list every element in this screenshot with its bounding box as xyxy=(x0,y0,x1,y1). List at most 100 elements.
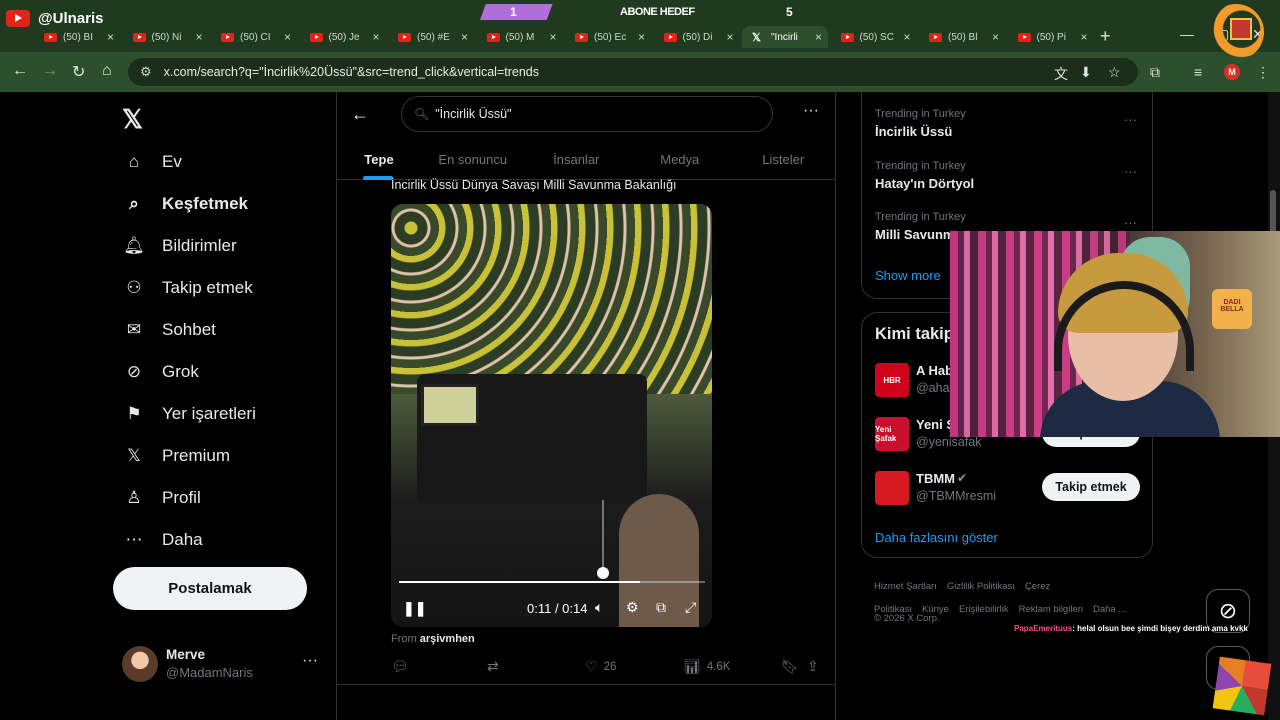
nav-item-home[interactable]: ⌂ Ev xyxy=(122,147,182,177)
reply-button[interactable]: 💬︎ xyxy=(391,658,415,675)
close-tab-icon[interactable]: × xyxy=(903,30,910,44)
tweet-video[interactable]: ❚❚ 0:11 / 0:14 🔈︎ ⚙ ⧉ ⤢ xyxy=(391,204,712,627)
like-button[interactable]: ♡ 26 xyxy=(585,658,616,675)
close-tab-icon[interactable]: × xyxy=(549,30,556,44)
show-more-accounts-link[interactable]: Daha fazlasını göster xyxy=(875,530,998,545)
browser-tab[interactable]: (50) Je × xyxy=(300,26,386,48)
settings-gear-icon[interactable]: ⚙ xyxy=(626,599,639,616)
footer-link[interactable]: Erişilebilirlik xyxy=(959,604,1009,615)
nav-item-bell[interactable]: 🔔︎ Bildirimler xyxy=(122,231,236,261)
x-logo-icon[interactable]: 𝕏 xyxy=(122,104,143,135)
account-name[interactable]: Merve xyxy=(166,647,205,662)
close-tab-icon[interactable]: × xyxy=(372,30,379,44)
back-arrow-icon[interactable]: ← xyxy=(351,104,369,125)
close-tab-icon[interactable]: × xyxy=(461,30,468,44)
close-tab-icon[interactable]: × xyxy=(107,30,114,44)
volume-slider[interactable] xyxy=(602,500,604,572)
follow-button[interactable]: Takip etmek xyxy=(1042,473,1140,501)
search-tab[interactable]: En sonuncu xyxy=(421,142,525,179)
youtube-icon xyxy=(1017,32,1031,42)
back-button[interactable]: ← xyxy=(12,62,28,80)
close-tab-icon[interactable]: × xyxy=(992,30,999,44)
nav-item-person-add[interactable]: ⚇ Takip etmek xyxy=(122,273,252,303)
media-control-icon[interactable]: ≡ xyxy=(1194,64,1202,80)
search-tab[interactable]: İnsanlar xyxy=(525,142,629,179)
share-button[interactable]: ⇪ xyxy=(807,658,825,675)
translate-icon[interactable]: 文 xyxy=(1054,64,1068,84)
footer-link[interactable]: Hizmet Şartları xyxy=(874,581,937,592)
browser-tab[interactable]: (50) M × xyxy=(477,26,563,48)
minimize-button[interactable]: — xyxy=(1180,26,1194,42)
browser-tab[interactable]: (50) CI × xyxy=(211,26,297,48)
account-more-icon[interactable]: ··· xyxy=(302,652,318,670)
browser-tab[interactable]: (50) #E × xyxy=(388,26,474,48)
install-app-icon[interactable]: ⬇ xyxy=(1080,64,1092,81)
nav-item-label: Grok xyxy=(162,362,199,381)
browser-tab-title: (50) Je xyxy=(328,31,360,43)
trend-more-icon[interactable]: ··· xyxy=(1124,112,1137,127)
trend-item[interactable]: Trending in Turkey Hatay'ın Dörtyol xyxy=(875,160,974,191)
bookmark-button[interactable]: 🔖︎ xyxy=(781,658,805,675)
views-button[interactable]: 📊︎ 4.6K xyxy=(683,658,730,675)
forward-button[interactable]: → xyxy=(42,62,58,80)
search-tab[interactable]: Medya xyxy=(628,142,732,179)
browser-tab[interactable]: 𝕏 "İncirli × xyxy=(742,26,828,48)
nav-item-profile[interactable]: ♙ Profil xyxy=(122,483,200,513)
nav-item-x[interactable]: 𝕏 Premium xyxy=(122,441,230,471)
trend-item[interactable]: Trending in Turkey İncirlik Üssü xyxy=(875,108,966,139)
footer-link[interactable]: Reklam bilgileri xyxy=(1019,604,1083,615)
nav-item-more-circle[interactable]: ⋯ Daha xyxy=(122,525,203,555)
volume-slider-knob[interactable] xyxy=(597,567,609,579)
show-more-link[interactable]: Show more xyxy=(875,268,941,283)
avatar: HBR xyxy=(875,363,909,397)
bell-icon: 🔔︎ xyxy=(123,236,145,255)
nav-item-search[interactable]: ⌕ Keşfetmek xyxy=(122,189,248,219)
video-source-account[interactable]: arşivmhen xyxy=(420,633,475,645)
video-scrubber[interactable] xyxy=(399,581,705,583)
bookmark-icon: 🔖︎ xyxy=(781,658,799,674)
search-options-icon[interactable]: ··· xyxy=(803,102,819,120)
close-tab-icon[interactable]: × xyxy=(815,30,822,44)
browser-tab[interactable]: (50) Pi × xyxy=(1008,26,1094,48)
browser-tab[interactable]: (50) Ec × xyxy=(565,26,651,48)
repost-button[interactable]: ⇄ xyxy=(487,658,505,675)
nav-item-grok[interactable]: ⊘ Grok xyxy=(122,357,199,387)
trend-more-icon[interactable]: ··· xyxy=(1124,215,1137,230)
follow-suggestion[interactable]: TBMM @TBMMresmi Takip etmek ✔ xyxy=(875,471,1145,507)
pause-icon[interactable]: ❚❚ xyxy=(403,600,426,617)
browser-tab[interactable]: (50) SC × xyxy=(831,26,917,48)
home-icon[interactable]: ⌂ xyxy=(102,62,112,80)
reload-button[interactable]: ↻ xyxy=(72,62,85,82)
trend-more-icon[interactable]: ··· xyxy=(1124,164,1137,179)
close-tab-icon[interactable]: × xyxy=(195,30,202,44)
browser-tab[interactable]: (50) Di × xyxy=(654,26,740,48)
extensions-icon[interactable]: ⧉ xyxy=(1150,64,1160,81)
close-tab-icon[interactable]: × xyxy=(726,30,733,44)
browser-menu-icon[interactable]: ⋮ xyxy=(1256,64,1270,81)
site-info-icon[interactable]: ⚙ xyxy=(140,64,152,80)
search-input[interactable]: 🔍︎ "İncirlik Üssü" xyxy=(401,96,773,132)
url-field[interactable]: ⚙ x.com/search?q="İncirlik%20Üssü"&src=t… xyxy=(128,58,1138,86)
volume-icon[interactable]: 🔈︎ xyxy=(595,599,603,616)
bookmark-star-icon[interactable]: ☆ xyxy=(1108,64,1121,81)
close-tab-icon[interactable]: × xyxy=(638,30,645,44)
nav-item-label: Daha xyxy=(162,530,203,549)
browser-profile-avatar[interactable]: M xyxy=(1224,64,1240,80)
browser-tab[interactable]: (50) Ni × xyxy=(123,26,209,48)
youtube-icon xyxy=(929,32,942,42)
close-tab-icon[interactable]: × xyxy=(1080,30,1087,44)
footer-link[interactable]: Gizlilik Politikası xyxy=(947,581,1015,592)
avatar[interactable] xyxy=(122,646,158,682)
post-button[interactable]: Postalamak xyxy=(113,567,307,610)
footer-link[interactable]: Daha ... xyxy=(1093,604,1126,615)
browser-tab[interactable]: (50) Bl × xyxy=(919,26,1005,48)
picture-in-picture-icon[interactable]: ⧉ xyxy=(656,599,666,616)
search-tab[interactable]: Tepe xyxy=(337,142,421,180)
search-tab[interactable]: Listeler xyxy=(732,142,836,179)
nav-item-mail[interactable]: ✉ Sohbet xyxy=(122,315,216,345)
close-tab-icon[interactable]: × xyxy=(284,30,291,44)
nav-item-bookmark[interactable]: ⚑ Yer işaretleri xyxy=(122,399,255,429)
fullscreen-icon[interactable]: ⤢ xyxy=(685,599,696,616)
browser-tab[interactable]: (50) BI × xyxy=(34,26,120,48)
new-tab-button[interactable]: + xyxy=(1100,26,1111,47)
